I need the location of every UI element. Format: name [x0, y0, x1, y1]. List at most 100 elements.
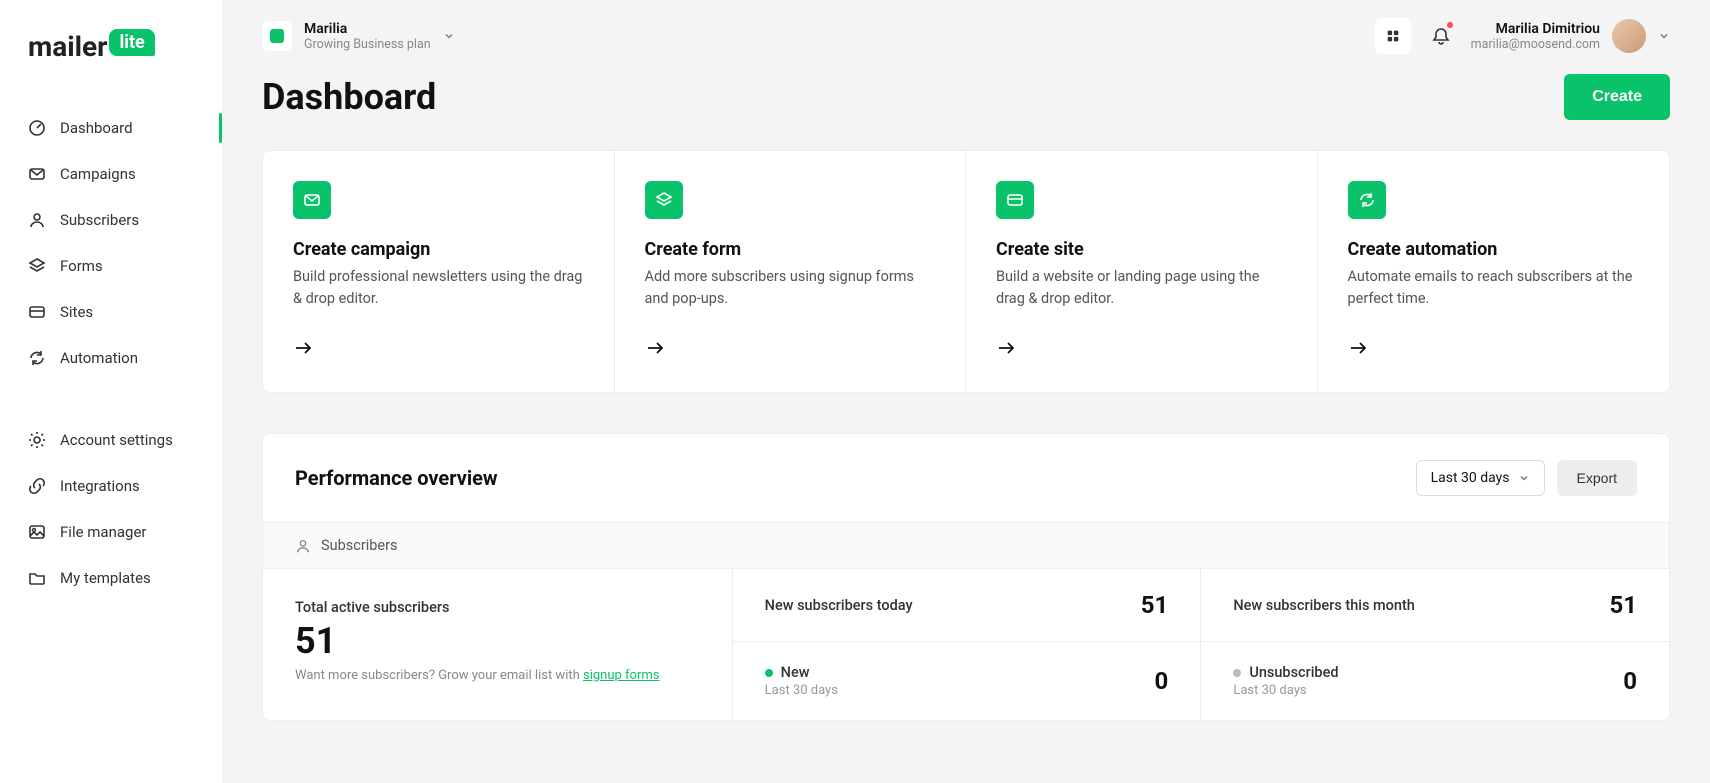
sidebar-item-label: Subscribers — [60, 211, 139, 229]
signup-forms-link[interactable]: signup forms — [583, 668, 660, 683]
logo[interactable]: mailer lite — [0, 0, 222, 63]
metric-new-subscribers-this-month: New subscribers this month 51 — [1201, 569, 1669, 642]
sidebar-item-campaigns[interactable]: Campaigns — [0, 151, 222, 197]
gauge-icon — [28, 119, 46, 137]
bell-icon — [1432, 27, 1450, 45]
performance-tab-subscribers[interactable]: Subscribers — [263, 522, 1669, 568]
total-subscribers-label: Total active subscribers — [295, 599, 700, 616]
apps-button[interactable] — [1375, 18, 1411, 54]
arrow-right-icon — [996, 338, 1287, 362]
user-icon — [295, 538, 311, 554]
total-subscribers-value: 51 — [295, 620, 700, 662]
export-button[interactable]: Export — [1557, 460, 1637, 496]
card-title: Create site — [996, 239, 1287, 260]
arrow-right-icon — [645, 338, 936, 362]
refresh-icon — [1348, 181, 1386, 219]
metric-value: 0 — [1155, 667, 1169, 695]
sidebar: mailer lite Dashboard Campaigns Subscriber… — [0, 0, 222, 783]
card-create-form[interactable]: Create form Add more subscribers using s… — [615, 151, 967, 392]
user-email: marilia@moosend.com — [1471, 37, 1600, 52]
gear-icon — [28, 431, 46, 449]
status-dot — [1233, 669, 1241, 677]
user-menu[interactable]: Marilia Dimitriou marilia@moosend.com — [1471, 19, 1670, 53]
user-name: Marilia Dimitriou — [1471, 21, 1600, 37]
topbar: Marilia Growing Business plan Marilia Di… — [222, 0, 1710, 54]
folder-icon — [28, 569, 46, 587]
sidebar-item-account-settings[interactable]: Account settings — [0, 417, 222, 463]
metric-new-subscribers-today: New subscribers today 51 — [733, 569, 1201, 642]
notifications-button[interactable] — [1423, 18, 1459, 54]
sidebar-item-label: Account settings — [60, 431, 173, 449]
main: Marilia Growing Business plan Marilia Di… — [222, 0, 1710, 783]
create-button[interactable]: Create — [1564, 74, 1670, 120]
card-create-site[interactable]: Create site Build a website or landing p… — [966, 151, 1318, 392]
metric-value: 0 — [1623, 667, 1637, 695]
metric-name: New — [765, 664, 838, 681]
sidebar-item-dashboard[interactable]: Dashboard — [0, 105, 222, 151]
metric-name: New subscribers this month — [1233, 597, 1415, 614]
sidebar-item-label: My templates — [60, 569, 151, 587]
card-title: Create automation — [1348, 239, 1640, 260]
card-create-automation[interactable]: Create automation Automate emails to rea… — [1318, 151, 1670, 392]
site-icon — [28, 303, 46, 321]
sidebar-item-sites[interactable]: Sites — [0, 289, 222, 335]
refresh-icon — [28, 349, 46, 367]
metric-value: 51 — [1141, 591, 1169, 619]
apps-icon — [1385, 28, 1401, 44]
sidebar-nav: Dashboard Campaigns Subscribers Forms Sites A… — [0, 105, 222, 601]
card-description: Build professional newsletters using the… — [293, 266, 584, 310]
sidebar-item-automation[interactable]: Automation — [0, 335, 222, 381]
sidebar-item-label: Sites — [60, 303, 93, 321]
sidebar-item-label: Campaigns — [60, 165, 136, 183]
sidebar-item-integrations[interactable]: Integrations — [0, 463, 222, 509]
performance-tab-label: Subscribers — [321, 537, 398, 554]
avatar — [1612, 19, 1646, 53]
sidebar-item-label: File manager — [60, 523, 146, 541]
page-title: Dashboard — [262, 76, 436, 118]
total-subscribers-cta: Want more subscribers? Grow your email l… — [295, 668, 700, 683]
card-description: Add more subscribers using signup forms … — [645, 266, 936, 310]
card-create-campaign[interactable]: Create campaign Build professional newsl… — [263, 151, 615, 392]
chevron-down-icon — [443, 30, 455, 42]
sidebar-item-file-manager[interactable]: File manager — [0, 509, 222, 555]
metric-period: Last 30 days — [1233, 683, 1338, 698]
date-range-label: Last 30 days — [1431, 470, 1510, 486]
metric-name: New subscribers today — [765, 597, 913, 614]
metric-name: Unsubscribed — [1233, 664, 1338, 681]
metric-period: Last 30 days — [765, 683, 838, 698]
arrow-right-icon — [1348, 338, 1640, 362]
sidebar-item-label: Dashboard — [60, 119, 133, 137]
stack-icon — [645, 181, 683, 219]
status-dot — [765, 669, 773, 677]
metric-value: 51 — [1609, 591, 1637, 619]
chevron-down-icon — [1518, 472, 1530, 484]
sidebar-item-forms[interactable]: Forms — [0, 243, 222, 289]
logo-text-2: lite — [109, 29, 154, 56]
account-name: Marilia — [304, 21, 431, 37]
card-description: Build a website or landing page using th… — [996, 266, 1287, 310]
chevron-down-icon — [1658, 30, 1670, 42]
sidebar-item-label: Forms — [60, 257, 103, 275]
mail-icon — [28, 165, 46, 183]
card-title: Create campaign — [293, 239, 584, 260]
card-description: Automate emails to reach subscribers at … — [1348, 266, 1640, 310]
stack-icon — [28, 257, 46, 275]
sidebar-item-label: Integrations — [60, 477, 140, 495]
arrow-right-icon — [293, 338, 584, 362]
account-icon — [262, 21, 292, 51]
quick-create-cards: Create campaign Build professional newsl… — [262, 150, 1670, 393]
sidebar-item-subscribers[interactable]: Subscribers — [0, 197, 222, 243]
notification-dot — [1447, 22, 1453, 28]
metric-unsubscribed: Unsubscribed Last 30 days 0 — [1201, 642, 1669, 720]
performance-title: Performance overview — [295, 466, 498, 490]
logo-text-1: mailer — [28, 30, 107, 63]
sidebar-item-my-templates[interactable]: My templates — [0, 555, 222, 601]
total-subscribers-block: Total active subscribers 51 Want more su… — [263, 569, 732, 720]
image-icon — [28, 523, 46, 541]
account-switcher[interactable]: Marilia Growing Business plan — [262, 21, 455, 52]
link-icon — [28, 477, 46, 495]
metric-new: New Last 30 days 0 — [733, 642, 1201, 720]
user-icon — [28, 211, 46, 229]
date-range-dropdown[interactable]: Last 30 days — [1416, 460, 1545, 496]
performance-overview: Performance overview Last 30 days Export… — [262, 433, 1670, 721]
